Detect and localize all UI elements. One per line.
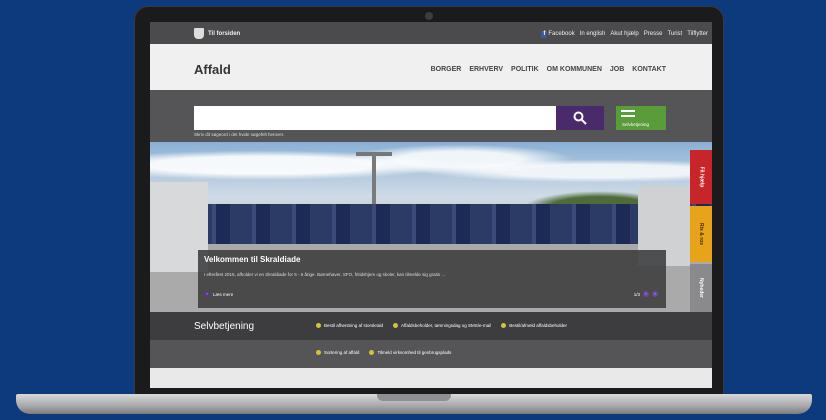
search-icon [573,111,587,125]
chevron-left-icon[interactable]: ‹ [643,291,649,297]
municipality-logo-icon[interactable] [194,28,204,39]
search-hint: Skriv dit søgeord i det hvide søgefelt h… [194,132,285,137]
bullet-icon [316,323,321,328]
top-links: f Facebook In english Akut hjælp Presse T… [541,31,708,38]
top-link-facebook[interactable]: f Facebook [541,31,575,38]
bullet-icon [393,323,399,328]
chevron-right-icon[interactable]: › [652,291,658,297]
tab-news-label: Nyheder [697,277,704,299]
tab-praise-complaints-label: Ris & ros [697,223,704,245]
self-service-row2: Sortering af affald Tilmeld virksomhed t… [150,340,712,368]
top-link-press[interactable]: Presse [644,31,663,38]
browser-screen: Til forsiden f Facebook In english Akut h… [150,22,712,388]
hero-slider: Velkommen til Skraldiade I efteråret 201… [150,142,712,312]
hero-containers [150,204,712,244]
top-link-help[interactable]: Akut hjælp [610,31,638,38]
nav-item-om-kommunen[interactable]: OM KOMMUNEN [547,66,602,73]
self-service-link-sorting[interactable]: Sortering af affald [316,350,359,355]
webcam [425,12,433,20]
nav-item-politik[interactable]: POLITIK [511,66,539,73]
self-service-section: Selvbetjening Bestil afhentning af stors… [150,312,712,340]
nav-item-borger[interactable]: BORGER [431,66,462,73]
search-button[interactable] [556,106,604,130]
nav-item-kontakt[interactable]: KONTAKT [632,66,666,73]
tab-praise-complaints[interactable]: Ris & ros [690,206,712,262]
tab-news[interactable]: Nyheder [690,264,712,312]
self-service-link-register-company[interactable]: Tilmeld virksomhed til genbrugsplads [369,350,451,355]
top-link-newcomer[interactable]: Tilflytter [687,31,708,38]
bullet-icon [501,323,507,328]
page-bottom [150,368,712,388]
main-nav: BORGER ERHVERV POLITIK OM KOMMUNEN JOB K… [431,66,666,73]
hero-title[interactable]: Velkommen til Skraldiade [204,255,300,264]
search-input[interactable] [194,106,556,130]
top-link-tourist[interactable]: Turist [667,31,682,38]
hero-text: I efteråret 2015, afholder vi en Skraldi… [204,272,446,277]
slider-pager: 1/3 ‹ › [634,291,658,297]
chevron-right-icon: › [204,291,210,297]
self-service-links-row1: Bestil afhentning af storskrald Affaldsb… [316,323,567,328]
self-service-links-row2: Sortering af affald Tilmeld virksomhed t… [316,350,451,355]
self-service-title: Selvbetjening [194,321,255,332]
top-link-english[interactable]: In english [580,31,606,38]
search-band: Skriv dit søgeord i det hvide søgefelt h… [150,90,712,142]
self-service-link-order-bin[interactable]: Bestil/afmeld affaldsbeholder [501,323,567,328]
home-link[interactable]: Til forsiden [208,31,240,37]
page-title: Affald [194,62,231,77]
tab-get-help[interactable]: Få hjælp [690,150,712,204]
laptop-base [16,394,812,414]
read-more-label: Læs mere [213,291,234,297]
self-service-link-bins-sms[interactable]: Affaldsbeholder, tømningsdag og SMS/e-ma… [393,323,491,328]
nav-item-erhverv[interactable]: ERHVERV [469,66,503,73]
self-service-menu-label: Selvbetjening [622,122,650,127]
self-service-link-bulky-waste[interactable]: Bestil afhentning af storskrald [316,323,383,328]
hero-caption: Velkommen til Skraldiade I efteråret 201… [198,250,666,308]
self-service-menu-button[interactable]: Selvbetjening [616,106,666,130]
facebook-icon: f [541,31,548,38]
nav-item-job[interactable]: JOB [610,66,624,73]
slider-pager-count: 1/3 [633,291,640,297]
read-more-link[interactable]: › Læs mere [204,291,233,297]
bullet-icon [369,350,375,355]
menu-icon [621,110,635,120]
bullet-icon [316,350,321,355]
top-bar: Til forsiden f Facebook In english Akut h… [150,22,712,44]
tab-get-help-label: Få hjælp [698,166,704,188]
site-header: Affald BORGER ERHVERV POLITIK OM KOMMUNE… [150,44,712,90]
laptop-notch [377,394,451,401]
